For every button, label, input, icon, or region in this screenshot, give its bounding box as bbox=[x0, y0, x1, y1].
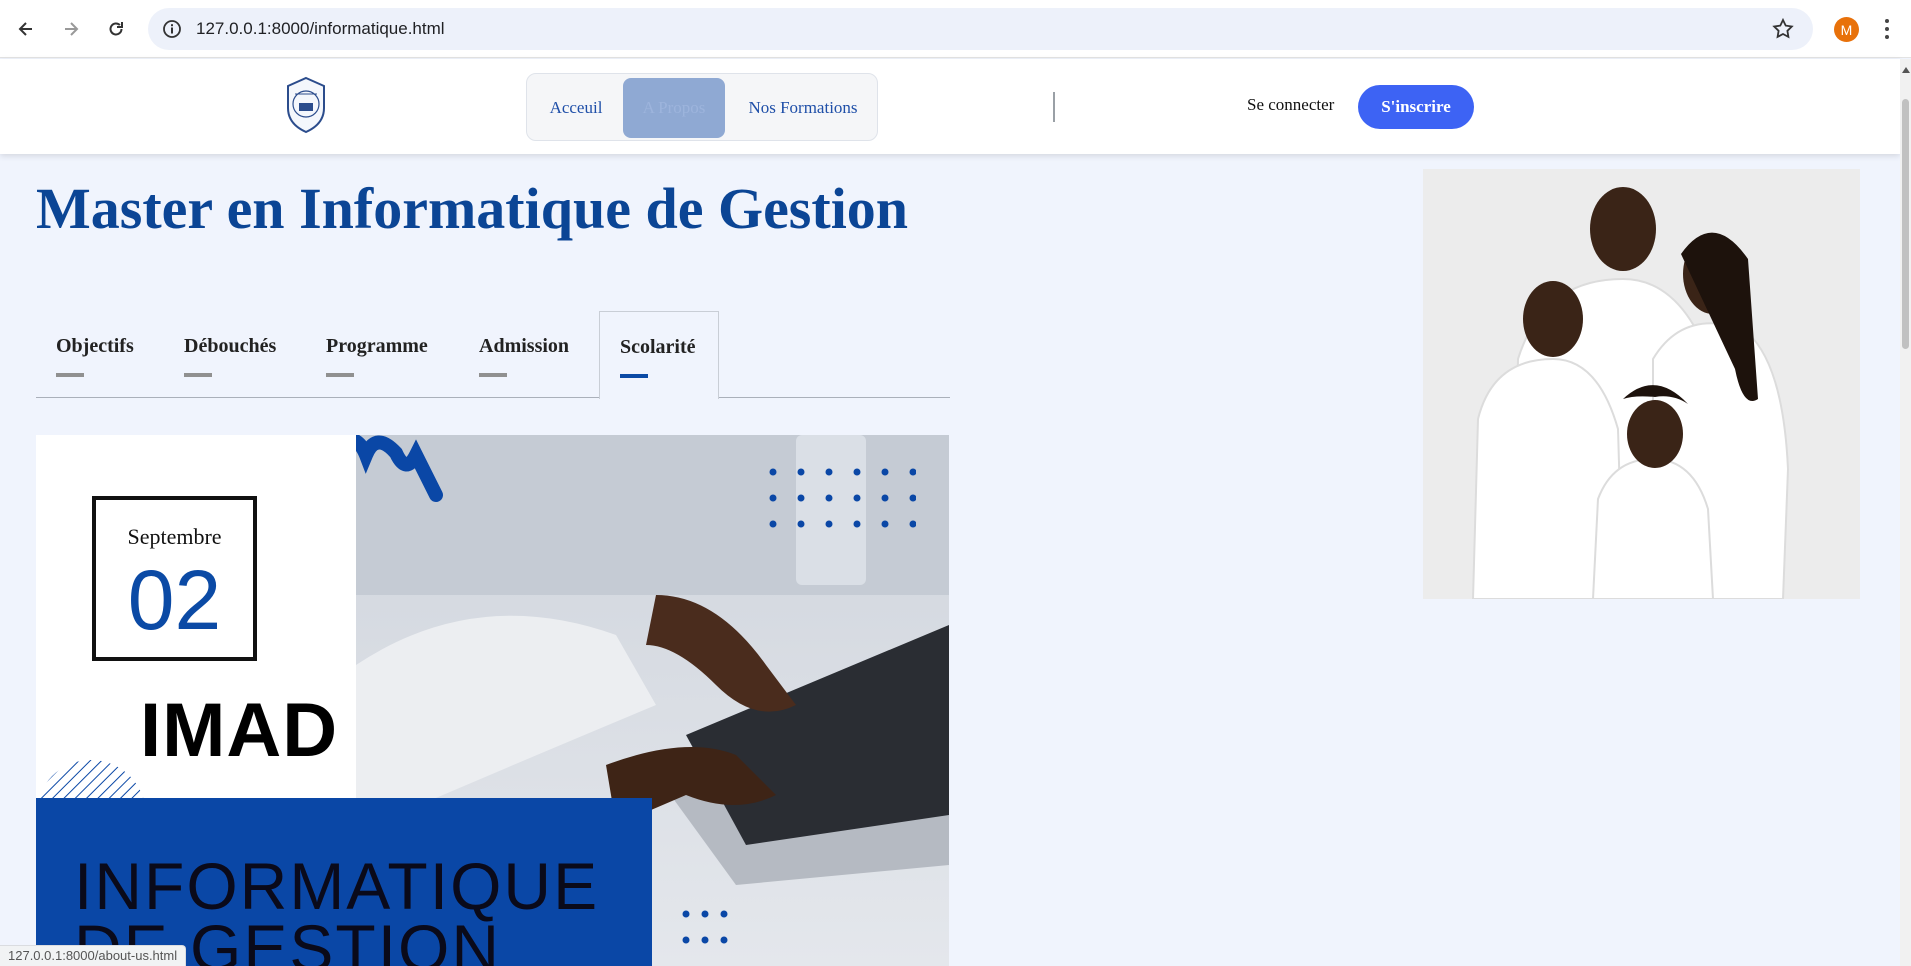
date-day: 02 bbox=[127, 553, 222, 647]
page-scrollbar[interactable] bbox=[1900, 59, 1911, 966]
site-info-icon[interactable] bbox=[162, 19, 182, 39]
tab-indicator bbox=[326, 373, 354, 377]
program-tabs: Objectifs Débouchés Programme Admission … bbox=[36, 311, 950, 399]
nav-item-acceuil[interactable]: Acceuil bbox=[535, 78, 617, 138]
program-banner: Septembre 02 IMAD INFORMATIQUE DE GESTIO… bbox=[36, 435, 949, 966]
reload-icon[interactable] bbox=[99, 12, 133, 46]
login-link[interactable]: Se connecter bbox=[1247, 95, 1334, 115]
browser-menu-icon[interactable] bbox=[1881, 16, 1893, 42]
date-month: Septembre bbox=[127, 524, 222, 549]
tab-objectifs[interactable]: Objectifs bbox=[36, 311, 146, 393]
tab-indicator bbox=[479, 373, 507, 377]
bookmark-star-icon[interactable] bbox=[1771, 17, 1795, 41]
tab-indicator bbox=[184, 373, 212, 377]
imad-logo[interactable] bbox=[284, 76, 328, 134]
nav-item-nos-formations[interactable]: Nos Formations bbox=[735, 78, 871, 138]
tab-label: Programme bbox=[326, 335, 428, 357]
tab-label: Scolarité bbox=[620, 336, 696, 358]
url-text[interactable]: 127.0.0.1:8000/informatique.html bbox=[196, 19, 445, 39]
header-divider bbox=[1053, 92, 1055, 122]
page-title: Master en Informatique de Gestion bbox=[36, 176, 909, 241]
tab-admission[interactable]: Admission bbox=[459, 311, 587, 393]
scroll-up-icon[interactable] bbox=[1902, 67, 1910, 73]
scroll-thumb[interactable] bbox=[1902, 99, 1909, 349]
profile-avatar[interactable]: M bbox=[1834, 17, 1859, 42]
forward-icon[interactable] bbox=[54, 12, 88, 46]
main-nav: Acceuil A Propos Nos Formations bbox=[526, 73, 878, 141]
tab-scolarite[interactable]: Scolarité bbox=[599, 311, 719, 399]
browser-toolbar: 127.0.0.1:8000/informatique.html M bbox=[0, 0, 1911, 58]
tab-debouches[interactable]: Débouchés bbox=[164, 311, 292, 393]
signup-button[interactable]: S'inscrire bbox=[1358, 85, 1474, 129]
back-icon[interactable] bbox=[9, 12, 43, 46]
small-dots-decoration bbox=[682, 910, 728, 944]
tab-label: Débouchés bbox=[184, 335, 277, 357]
banner-heading-line1: INFORMATIQUE bbox=[74, 849, 600, 923]
tab-indicator bbox=[56, 373, 84, 377]
tab-programme[interactable]: Programme bbox=[306, 311, 446, 393]
tab-label: Admission bbox=[479, 335, 570, 357]
tab-indicator bbox=[620, 374, 648, 378]
family-photo bbox=[1423, 169, 1860, 599]
banner-brand: IMAD bbox=[140, 688, 339, 773]
site-header: Acceuil A Propos Nos Formations Se conne… bbox=[0, 59, 1900, 154]
link-status-bar: 127.0.0.1:8000/about-us.html bbox=[0, 945, 187, 966]
banner-blue-panel: INFORMATIQUE DE GESTION bbox=[36, 798, 652, 966]
nav-item-a-propos[interactable]: A Propos bbox=[623, 78, 725, 138]
dots-pattern-decoration bbox=[769, 468, 916, 528]
tab-label: Objectifs bbox=[56, 335, 134, 357]
address-bar[interactable]: 127.0.0.1:8000/informatique.html bbox=[148, 8, 1813, 50]
date-box: Septembre 02 bbox=[92, 496, 257, 661]
banner-white-panel: Septembre 02 IMAD bbox=[36, 435, 356, 815]
